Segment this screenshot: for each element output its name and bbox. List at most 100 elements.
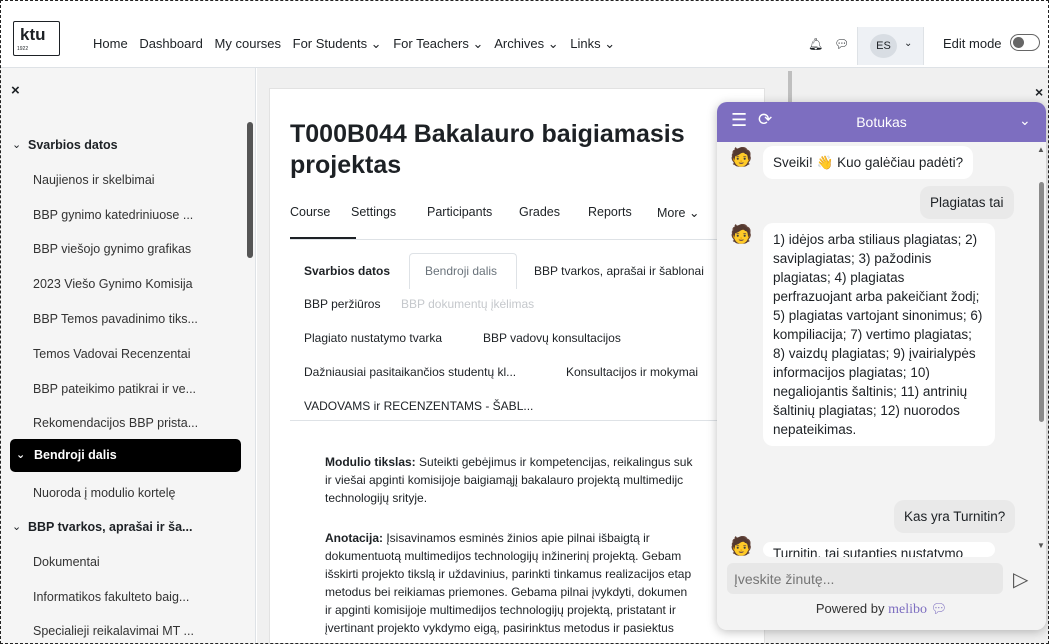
- course-index-item[interactable]: BBP Temos pavadinimo tiks...: [33, 312, 198, 326]
- avatar: ES: [870, 34, 897, 58]
- course-index-item[interactable]: 2023 Viešo Gynimo Komisija: [33, 277, 193, 291]
- goal-text-line: ir viešai apginti komisijoje baigiamąjį …: [325, 473, 684, 487]
- section-bendroji-dalis[interactable]: ⌄ Bendroji dalis: [10, 439, 241, 472]
- tab-participants[interactable]: Participants: [427, 205, 492, 219]
- subtab-bbp-perziuros[interactable]: BBP peržiūros: [304, 297, 380, 311]
- logo-year: 1922: [17, 46, 29, 52]
- subtab-bbp-dokumentu-ikelimas: BBP dokumentų įkėlimas: [401, 297, 535, 311]
- bot-message: 1) idėjos arba stiliaus plagiatas; 2) sa…: [763, 223, 995, 446]
- annotation-line: išskirti projekto tikslą ir uždavinius, …: [325, 567, 692, 581]
- logo-text: ktu: [20, 25, 46, 44]
- nav-dashboard-link[interactable]: Dashboard: [139, 36, 203, 51]
- melibo-brand[interactable]: melibo: [888, 602, 927, 617]
- course-index-item[interactable]: Nuoroda į modulio kortelę: [33, 486, 175, 500]
- course-index-item[interactable]: BBP viešojo gynimo grafikas: [33, 242, 191, 256]
- nav-links-menu[interactable]: Links ⌄: [570, 36, 615, 51]
- subtab-konsultacijos[interactable]: Konsultacijos ir mokymai: [566, 365, 698, 379]
- primary-navigation: Home Dashboard My courses For Students ⌄…: [93, 36, 623, 52]
- section-title: BBP tvarkos, aprašai ir ša...: [28, 520, 193, 534]
- chat-composer: ▷ Powered by melibo 💬︎: [717, 557, 1046, 630]
- chevron-down-icon: ⌄: [12, 521, 22, 533]
- bot-avatar-icon: 🧑: [730, 536, 753, 556]
- course-content-card: T000B044 Bakalauro baigiamasis projektas…: [269, 88, 765, 644]
- bot-avatar-icon: 🧑: [730, 224, 753, 244]
- close-icon[interactable]: ×: [11, 82, 20, 99]
- bot-message: Sveiki! 👋 Kuo galėčiau padėti?: [763, 146, 974, 179]
- course-index-item[interactable]: Rekomendacijos BBP prista...: [33, 416, 198, 430]
- section-title: Svarbios datos: [28, 138, 118, 152]
- bell-icon[interactable]: 🔔︎: [808, 37, 823, 51]
- annotation-line: įvertinant projekto vykdymo eigą, pasiri…: [325, 621, 674, 635]
- chevron-down-icon: ⌄: [16, 449, 26, 461]
- course-index-item[interactable]: Dokumentai: [33, 555, 100, 569]
- subtab-plagiato-tvarka[interactable]: Plagiato nustatymo tvarka: [304, 331, 442, 345]
- annotation-line: ir apginti komisijoje multimedijos techn…: [325, 603, 676, 617]
- annotation-paragraph: Anotacija: Įsisavinamos esminės žinios a…: [325, 529, 755, 637]
- tab-settings[interactable]: Settings: [351, 205, 396, 219]
- bot-avatar-icon: 🧑: [730, 147, 753, 167]
- drawer-scrollbar[interactable]: [247, 122, 253, 258]
- course-index-item[interactable]: BBP gynimo katedriniuose ...: [33, 208, 193, 222]
- chatbot-widget: ☰ ⟳ Botukas ⌄ 🧑 Sveiki! 👋 Kuo galėčiau p…: [717, 102, 1046, 630]
- close-icon[interactable]: ×: [1035, 84, 1043, 100]
- course-index-item[interactable]: Naujienos ir skelbimai: [33, 173, 155, 187]
- subtab-duk[interactable]: Dažniausiai pasitaikančios studentų kl..…: [304, 365, 516, 379]
- nav-home-link[interactable]: Home: [93, 36, 128, 51]
- goal-text-line: technologijų srityje.: [325, 491, 428, 505]
- course-index-item[interactable]: BBP pateikimo patikrai ir ve...: [33, 382, 196, 396]
- scroll-up-icon[interactable]: ▲: [1037, 145, 1045, 154]
- section-bbp-tvarkos[interactable]: ⌄ BBP tvarkos, aprašai ir ša...: [12, 520, 193, 534]
- module-goal-paragraph: Modulio tikslas: Suteikti gebėjimus ir k…: [325, 453, 755, 507]
- annotation-line: dokumentuotą multimedijos technologijų i…: [325, 549, 682, 563]
- chat-title: Botukas: [856, 114, 907, 130]
- page-title: T000B044 Bakalauro baigiamasis projektas: [290, 120, 685, 179]
- nav-my-courses-link[interactable]: My courses: [215, 36, 281, 51]
- chevron-down-icon: ⌄: [12, 139, 22, 151]
- goal-label: Modulio tikslas:: [325, 455, 416, 469]
- ktu-logo[interactable]: ktu 1922: [13, 21, 60, 56]
- user-menu[interactable]: ES ⌄: [857, 27, 924, 65]
- chat-header: ☰ ⟳ Botukas ⌄: [717, 102, 1046, 142]
- annotation-line: metodus bei reikiamas priemones. Gebama …: [325, 585, 688, 599]
- subtab-bbp-tvarkos[interactable]: BBP tvarkos, aprašai ir šablonai: [534, 264, 704, 278]
- nav-for-teachers-menu[interactable]: For Teachers ⌄: [393, 36, 483, 51]
- chevron-down-icon[interactable]: ⌄: [1019, 112, 1031, 129]
- chat-message-input[interactable]: [727, 563, 1003, 594]
- course-index-item[interactable]: Specialieji reikalavimai MT ...: [33, 624, 194, 638]
- section-svarbios-datos[interactable]: ⌄ Svarbios datos: [12, 138, 118, 152]
- scroll-down-icon[interactable]: ▼: [1037, 541, 1045, 550]
- subtab-svarbios-datos[interactable]: Svarbios datos: [304, 264, 390, 278]
- section-title: Bendroji dalis: [34, 448, 117, 462]
- nav-for-students-menu[interactable]: For Students ⌄: [293, 36, 382, 51]
- annotation-label: Anotacija:: [325, 531, 384, 545]
- tab-more[interactable]: More ⌄: [657, 205, 699, 220]
- tab-reports[interactable]: Reports: [588, 205, 632, 219]
- divider: [290, 239, 764, 240]
- powered-by-label: Powered by: [815, 601, 885, 616]
- powered-by-footer: Powered by melibo 💬︎: [717, 601, 1046, 618]
- edit-mode-label: Edit mode: [943, 36, 1002, 51]
- top-navbar: ktu 1922 Home Dashboard My courses For S…: [0, 0, 1049, 68]
- subtab-vadovu-konsultacijos[interactable]: BBP vadovų konsultacijos: [483, 331, 621, 345]
- send-icon[interactable]: ▷: [1013, 567, 1028, 592]
- nav-archives-menu[interactable]: Archives ⌄: [494, 36, 558, 51]
- user-message: Kas yra Turnitin?: [894, 500, 1016, 533]
- chevron-down-icon: ⌄: [904, 38, 913, 49]
- edit-mode-toggle[interactable]: [1010, 34, 1040, 51]
- course-index-drawer: × ⌄ Svarbios datos Naujienos ir skelbima…: [0, 68, 256, 644]
- course-index-item[interactable]: Informatikos fakulteto baig...: [33, 590, 189, 604]
- subtab-vadovams[interactable]: VADOVAMS ir RECENZENTAMS - ŠABL...: [304, 399, 533, 413]
- goal-text: Suteikti gebėjimus ir kompetencijas, rei…: [415, 455, 693, 469]
- bot-message-partial: Turnitin, tai sutapties nustatymo: [763, 542, 995, 557]
- user-message: Plagiatas tai: [920, 186, 1014, 219]
- chat-bubble-icon: 💬︎: [930, 601, 948, 616]
- divider: [290, 420, 764, 421]
- course-index-item[interactable]: Temos Vadovai Recenzentai: [33, 347, 191, 361]
- subtab-bendroji-dalis[interactable]: Bendroji dalis: [425, 264, 497, 278]
- annotation-text: Įsisavinamos esminės žinios apie pilnai …: [383, 531, 650, 545]
- tab-grades[interactable]: Grades: [519, 205, 560, 219]
- chat-scrollbar[interactable]: [1039, 182, 1044, 422]
- right-drawer-handle[interactable]: [788, 71, 792, 103]
- messages-icon[interactable]: 💬︎: [834, 37, 849, 51]
- tab-course[interactable]: Course: [290, 205, 330, 219]
